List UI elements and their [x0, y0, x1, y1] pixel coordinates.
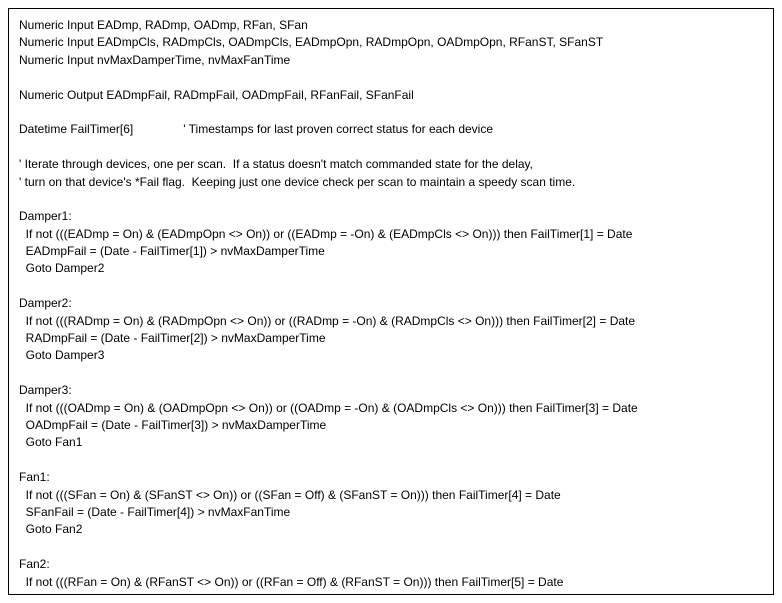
page-container: Numeric Input EADmp, RADmp, OADmp, RFan,…	[0, 0, 782, 603]
code-listing: Numeric Input EADmp, RADmp, OADmp, RFan,…	[8, 8, 774, 595]
